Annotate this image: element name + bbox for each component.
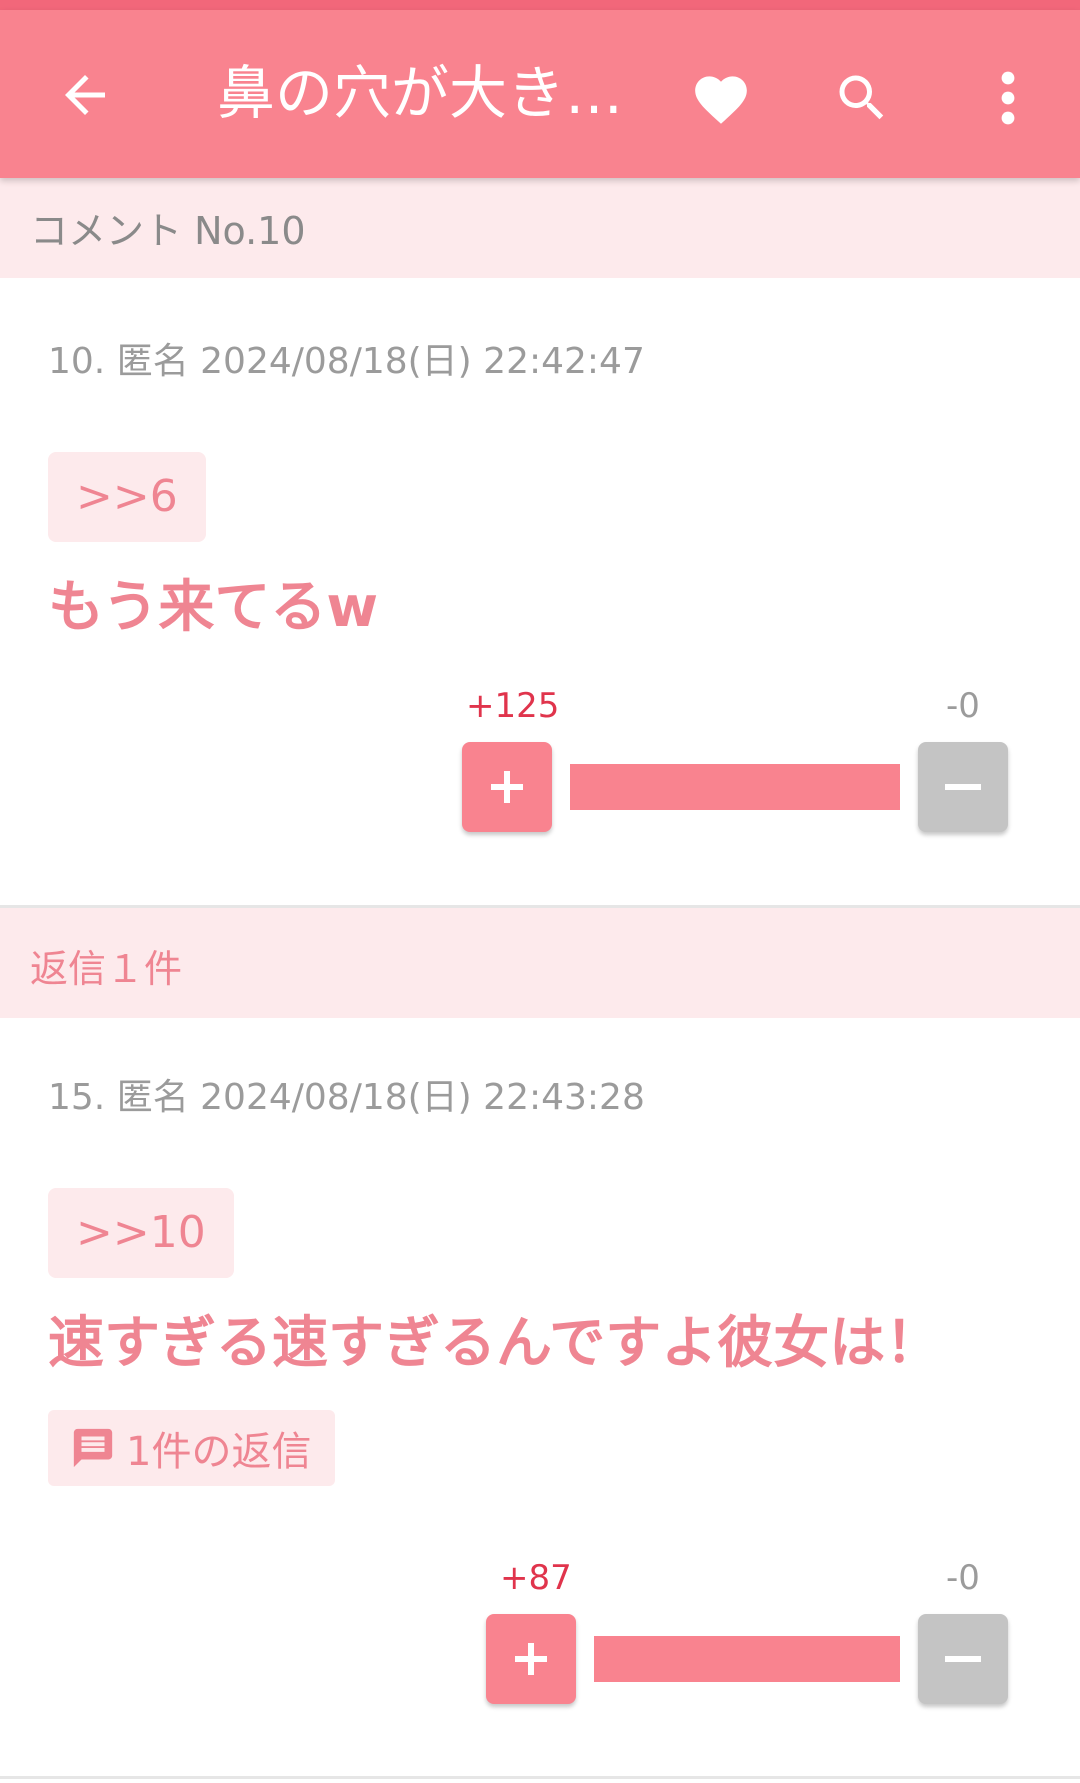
more-vert-icon[interactable] [990, 68, 1026, 128]
reply-minus-vote-count: -0 [946, 1558, 980, 1598]
plus-vote-count: +125 [466, 686, 560, 726]
plus-vote-button[interactable] [462, 742, 552, 832]
back-arrow-icon[interactable] [55, 65, 115, 125]
minus-vote-button[interactable] [918, 742, 1008, 832]
bottom-divider [0, 1776, 1080, 1779]
replies-header: 返信１件 [0, 905, 1080, 1018]
page-title: 鼻の穴が大き… [217, 59, 624, 127]
minus-icon [945, 784, 981, 790]
reply-vote-ratio-fill [594, 1636, 900, 1682]
heart-icon[interactable] [690, 68, 752, 126]
comment-number-label: コメント No.10 [30, 209, 306, 253]
reply-meta: 15. 匿名 2024/08/18(日) 22:43:28 [48, 1077, 645, 1118]
comment-number-header: コメント No.10 [0, 178, 1080, 278]
reply-minus-vote-button[interactable] [918, 1614, 1008, 1704]
comment-meta: 10. 匿名 2024/08/18(日) 22:42:47 [48, 341, 645, 382]
vote-ratio-bar [570, 764, 900, 810]
minus-icon [945, 1656, 981, 1662]
app-bar: 鼻の穴が大き… [0, 10, 1080, 178]
comment-text: もう来てるw [48, 575, 379, 640]
anchor-link[interactable]: >>6 [48, 452, 206, 542]
vote-ratio-fill [570, 764, 900, 810]
view-replies-label: 1件の返信 [126, 1429, 312, 1475]
reply-plus-vote-count: +87 [500, 1558, 572, 1598]
view-replies-button[interactable]: 1件の返信 [48, 1410, 336, 1486]
reply-anchor-link[interactable]: >>10 [48, 1188, 234, 1278]
reply-vote-ratio-bar [594, 1636, 900, 1682]
search-icon[interactable] [832, 68, 892, 128]
status-strip [0, 0, 1080, 10]
plus-icon [491, 771, 523, 803]
comment-icon [73, 1428, 113, 1468]
minus-vote-count: -0 [946, 686, 980, 726]
replies-count-label: 返信１件 [30, 947, 183, 991]
plus-icon [515, 1643, 547, 1675]
reply-text: 速すぎる速すぎるんですよ彼女は！ [48, 1311, 942, 1376]
reply-plus-vote-button[interactable] [486, 1614, 576, 1704]
